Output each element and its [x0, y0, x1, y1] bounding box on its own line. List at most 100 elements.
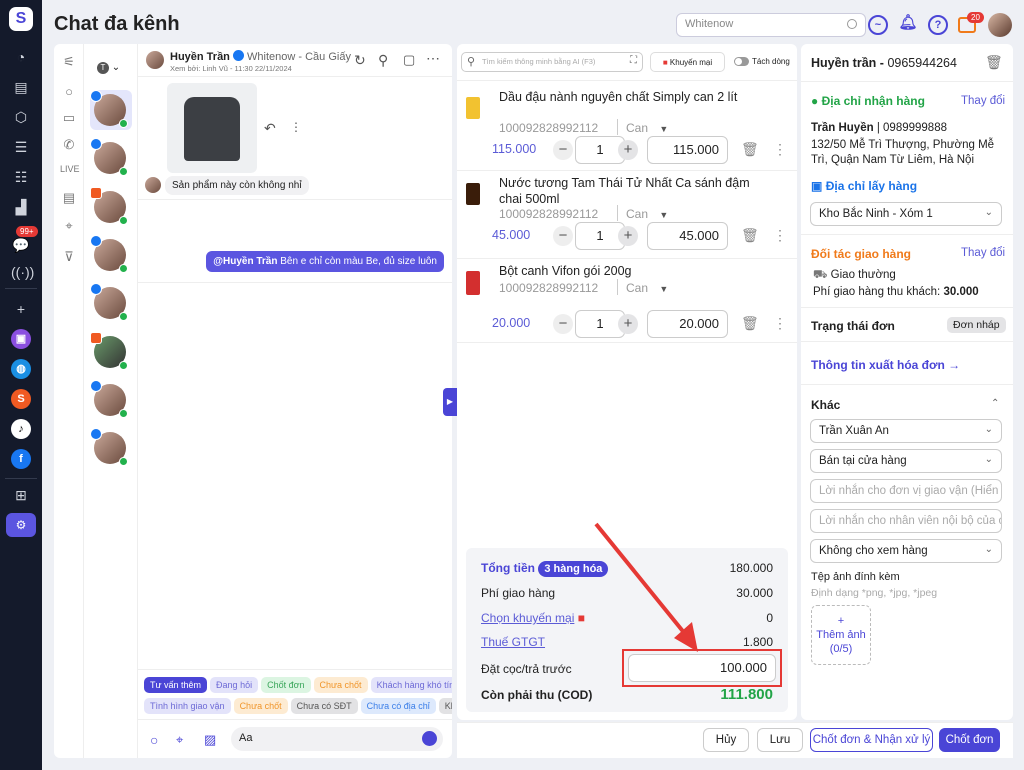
live-icon[interactable]: LIVE [60, 164, 80, 182]
filter-sliders-icon[interactable]: ⚟ [60, 54, 78, 72]
facebook-icon[interactable]: f [11, 449, 31, 469]
chat-icon[interactable]: 💬 [11, 235, 31, 255]
refresh-icon[interactable]: ↻ [354, 52, 366, 69]
pos-app-icon[interactable]: ▣ [11, 329, 31, 349]
increase-qty-button[interactable]: + [618, 226, 638, 246]
user-avatar[interactable] [988, 13, 1012, 37]
line-total[interactable]: 45.000 [647, 222, 728, 250]
report-icon[interactable]: ▟ [11, 197, 31, 217]
decrease-qty-button[interactable]: − [553, 314, 573, 334]
shopee-icon[interactable]: S [11, 389, 31, 409]
message-icon[interactable]: ▭ [60, 110, 78, 128]
quick-tag[interactable]: Chưa chốt [233, 698, 288, 714]
apps-icon[interactable]: ⊞ [11, 485, 31, 505]
broadcast-icon[interactable]: ((·)) [11, 262, 34, 282]
conversation-avatar[interactable] [90, 332, 128, 370]
invoice-info-link[interactable]: Thông tin xuất hóa đơn → [811, 358, 960, 372]
line-total[interactable]: 20.000 [647, 310, 728, 338]
quick-tag[interactable]: Khách hàng khó tính [370, 677, 452, 693]
product-name[interactable]: Nước tương Tam Thái Tử Nhất Ca sánh đậm … [499, 175, 769, 207]
collapse-toggle[interactable]: ▶ [443, 388, 457, 416]
unit-price[interactable]: 20.000 [492, 316, 530, 330]
unit-price[interactable]: 45.000 [492, 228, 530, 242]
chat-bubble-icon[interactable]: ○ [150, 732, 158, 748]
box-icon[interactable]: ⬡ [11, 107, 31, 127]
promotion-button[interactable]: ■ Khuyến mại [650, 52, 725, 72]
list-icon[interactable]: ☰ [11, 137, 31, 157]
save-button[interactable]: Lưu [757, 728, 803, 752]
cancel-button[interactable]: Hủy [703, 728, 749, 752]
quick-tag[interactable]: Tư vấn thêm [144, 677, 208, 693]
help-icon[interactable]: ? [928, 15, 948, 35]
conversation-avatar[interactable] [90, 283, 128, 321]
emoji-icon[interactable] [422, 731, 437, 746]
conversation-avatar[interactable] [90, 380, 128, 418]
dashboard-icon[interactable]: ◔ [11, 47, 31, 67]
add-image-button[interactable]: + Thêm ảnh (0/5) [811, 605, 871, 665]
note-icon[interactable]: ▢ [403, 52, 415, 68]
split-line-toggle[interactable] [734, 57, 749, 66]
chevron-up-icon[interactable]: ⌃ [991, 398, 999, 409]
orders-icon[interactable]: ▤ [11, 77, 31, 97]
trash-icon[interactable]: 🗑︎ [985, 54, 1003, 71]
carrier-note-input[interactable]: Lời nhắn cho đơn vị giao vận (Hiển thị t… [810, 479, 1002, 503]
message-more-icon[interactable]: ⋮ [290, 120, 302, 134]
decrease-qty-button[interactable]: − [553, 140, 573, 160]
quick-tag[interactable]: Đang hỏi [210, 677, 259, 693]
internal-note-input[interactable]: Lời nhắn cho nhân viên nội bộ của cửa hà… [810, 509, 1002, 533]
delete-item-icon[interactable]: 🗑︎ [741, 315, 759, 332]
unit-price[interactable]: 115.000 [492, 142, 536, 156]
staff-select[interactable]: Trần Xuân An ⌄ [810, 419, 1002, 443]
quick-tag[interactable]: Chưa chốt [313, 677, 368, 693]
decrease-qty-button[interactable]: − [553, 226, 573, 246]
message-input[interactable]: Aa [231, 727, 443, 751]
quick-tag[interactable]: Chưa có địa chỉ [360, 698, 436, 714]
search-icon[interactable]: ⚲ [378, 52, 388, 69]
sale-channel-select[interactable]: Bán tại cửa hàng ⌄ [810, 449, 1002, 473]
confirm-and-process-button[interactable]: Chốt đơn & Nhận xử lý [810, 728, 933, 752]
conversation-avatar[interactable] [90, 187, 128, 225]
change-address-link[interactable]: Thay đổi [961, 95, 1005, 107]
item-more-icon[interactable]: ⋮ [773, 315, 787, 332]
app-logo[interactable]: S [9, 7, 33, 31]
product-image[interactable] [167, 83, 257, 173]
conversation-avatar[interactable] [90, 428, 128, 466]
vat-link[interactable]: Thuế GTGT [481, 635, 545, 649]
comment-icon[interactable]: ○ [60, 84, 78, 102]
conversation-avatar[interactable] [90, 90, 128, 128]
line-total[interactable]: 115.000 [647, 136, 728, 164]
quick-tag[interactable]: Chốt đơn [261, 677, 311, 693]
choose-promotion-link[interactable]: Chọn khuyến mại [481, 611, 574, 625]
increase-qty-button[interactable]: + [618, 140, 638, 160]
conversation-avatar[interactable] [90, 138, 128, 176]
unit-select[interactable]: Can ▼ [626, 121, 668, 135]
confirm-order-button[interactable]: Chốt đơn [939, 728, 1000, 752]
increase-qty-button[interactable]: + [618, 314, 638, 334]
delete-item-icon[interactable]: 🗑︎ [741, 141, 759, 158]
product-name[interactable]: Bột canh Vifon gói 200g [499, 263, 769, 279]
quick-tag[interactable]: Chưa có SĐT [290, 698, 358, 714]
phone-icon[interactable]: ✆ [60, 137, 78, 155]
pickup-warehouse-select[interactable]: Kho Bắc Ninh - Xóm 1 ⌄ [810, 202, 1002, 226]
unit-select[interactable]: Can ▼ [626, 207, 668, 221]
more-icon[interactable]: ⋯ [426, 50, 440, 67]
tags-icon[interactable]: ⌖ [60, 218, 78, 236]
view-policy-select[interactable]: Không cho xem hàng ⌄ [810, 539, 1002, 563]
product-name[interactable]: Dầu đậu nành nguyên chất Simply can 2 lí… [499, 89, 769, 105]
clear-filter-icon[interactable]: ⊽ [60, 249, 78, 267]
delete-item-icon[interactable]: 🗑︎ [741, 227, 759, 244]
unit-select[interactable]: Can ▼ [626, 281, 668, 295]
checklist-icon[interactable]: ☷ [11, 167, 31, 187]
tags-icon[interactable]: ⌖ [176, 732, 183, 748]
ai-search-input[interactable]: ⚲ Tìm kiếm thông minh bằng AI (F3) ⛶ [461, 52, 643, 72]
web-icon[interactable]: ◍ [11, 359, 31, 379]
conversation-avatar[interactable] [90, 235, 128, 273]
item-more-icon[interactable]: ⋮ [773, 141, 787, 158]
store-search-input[interactable]: Whitenow [676, 13, 866, 37]
reply-icon[interactable]: ↶ [264, 120, 276, 137]
account-filter-dropdown[interactable]: T ⌄ [97, 62, 120, 74]
quick-tag[interactable]: Khác [438, 698, 452, 714]
tiktok-shop-icon[interactable]: ♪ [11, 419, 31, 439]
settings-icon[interactable]: ⚙ [6, 513, 36, 537]
bell-icon[interactable]: 🔔︎ [898, 15, 918, 35]
